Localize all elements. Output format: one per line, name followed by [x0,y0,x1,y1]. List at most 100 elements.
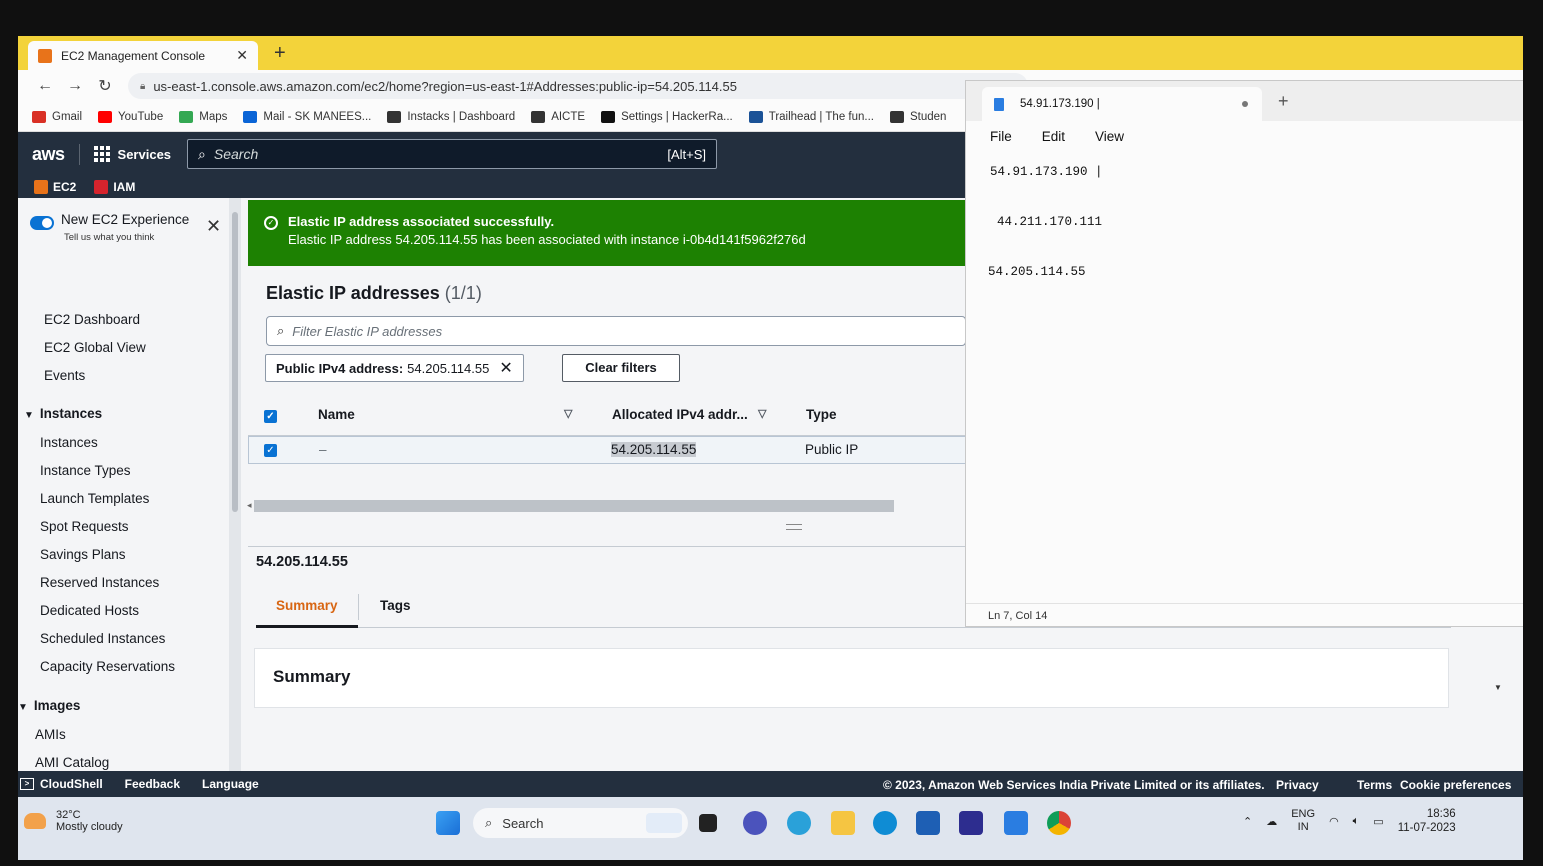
table-horizontal-scrollbar[interactable] [254,500,894,512]
sidebar-item[interactable]: Dedicated Hosts [40,603,139,618]
language-indicator[interactable]: ENG IN [1291,808,1315,834]
sidebar-item[interactable]: Reserved Instances [40,575,159,590]
column-allocated-ip[interactable]: Allocated IPv4 addr... [612,407,748,422]
new-tab-icon[interactable]: + [274,42,286,65]
sidebar-item[interactable]: Savings Plans [40,547,126,562]
feedback-link[interactable]: Feedback [125,777,180,791]
chevron-up-icon[interactable]: ⌃ [1243,815,1252,828]
search-icon: ⌕ [277,323,285,338]
cloudshell-label: CloudShell [40,777,103,791]
weather-temp: 32°C [56,809,81,821]
sidebar-section-images-label: Images [33,698,81,713]
telegram-icon[interactable] [787,811,811,835]
favorite-iam[interactable]: IAM [94,180,135,194]
windows-start-icon[interactable] [436,811,460,835]
edge-icon[interactable] [873,811,897,835]
onedrive-icon[interactable]: ☁ [1266,815,1277,828]
notepad-text-area[interactable]: 54.91.173.190 | 44.211.170.111 54.205.11… [966,151,1523,603]
bookmark-item[interactable]: Maps [179,110,227,123]
forward-icon[interactable]: → [60,77,90,95]
aws-logo[interactable]: aws [32,143,80,165]
sidebar-item[interactable]: Capacity Reservations [40,659,175,674]
sidebar-item[interactable]: Events [44,368,85,383]
row-name: – [319,442,327,457]
bookmark-item[interactable]: YouTube [98,110,163,123]
app-icon[interactable] [959,811,983,835]
bookmark-item[interactable]: Instacks | Dashboard [387,110,515,123]
sidebar-item[interactable]: Instance Types [40,463,131,478]
address-bar[interactable]: 🔒︎ us-east-1.console.aws.amazon.com/ec2/… [128,73,1028,99]
menu-edit[interactable]: Edit [1042,129,1065,144]
sidebar-item[interactable]: EC2 Dashboard [44,312,140,327]
row-ip[interactable]: 54.205.114.55 [611,442,697,457]
sidebar-section-instances[interactable]: ▼ Instances [24,406,102,421]
sort-icon[interactable]: ▽ [564,407,572,420]
bookmark-item[interactable]: Trailhead | The fun... [748,110,874,123]
taskbar-search[interactable]: ⌕ Search [473,808,688,838]
scroll-down-icon[interactable]: ▼ [1494,683,1502,692]
tab-summary[interactable]: Summary [276,598,338,613]
bookmark-item[interactable]: Gmail [32,110,82,123]
cloudshell-button[interactable]: > CloudShell [20,777,103,791]
aws-search-input[interactable]: ⌕ Search [Alt+S] [187,139,718,169]
sidebar-item[interactable]: AMI Catalog [35,755,109,770]
filter-input[interactable]: ⌕ Filter Elastic IP addresses [266,316,966,346]
notepad-tab[interactable]: 54.91.173.190 | [982,87,1262,121]
notepad-icon[interactable] [1004,811,1028,835]
bookmark-item[interactable]: Studen [890,110,946,123]
browser-tab[interactable]: EC2 Management Console ✕ [28,41,258,70]
store-icon[interactable] [916,811,940,835]
bookmark-item[interactable]: Settings | HackerRa... [601,110,733,123]
volume-icon[interactable]: 🔈︎ [1353,815,1360,828]
sidebar-item[interactable]: EC2 Global View [44,340,146,355]
close-tab-icon[interactable]: ✕ [236,47,248,64]
task-view-icon[interactable] [699,814,717,832]
privacy-link[interactable]: Privacy [1276,778,1319,792]
language-link[interactable]: Language [202,777,259,791]
favorite-ec2[interactable]: EC2 [34,180,76,194]
bookmark-item[interactable]: Mail - SK MANEES... [243,110,371,123]
remove-filter-icon[interactable]: ✕ [499,358,512,378]
select-all-checkbox[interactable]: ✓ [264,410,277,423]
reload-icon[interactable]: ↻ [90,76,120,96]
battery-icon[interactable]: ▭ [1373,815,1383,828]
tab-tags[interactable]: Tags [380,598,411,613]
bookmark-item[interactable]: AICTE [531,110,585,123]
chat-icon[interactable] [743,811,767,835]
unsaved-dot-icon[interactable] [1242,101,1248,107]
iam-icon [94,180,109,194]
new-experience-feedback-link[interactable]: Tell us what you think [64,232,154,243]
sidebar-item[interactable]: Launch Templates [40,491,149,506]
menu-view[interactable]: View [1095,129,1124,144]
sidebar-item[interactable]: Instances [40,435,98,450]
sidebar-section-images[interactable]: ▼ Images [18,698,80,713]
weather-widget[interactable]: 32°C Mostly cloudy [24,809,123,833]
sidebar-scrollbar[interactable] [229,198,241,771]
chrome-icon[interactable] [1047,811,1071,835]
clear-filters-button[interactable]: Clear filters [562,354,680,382]
wifi-icon[interactable]: ◠ [1329,815,1339,828]
scroll-left-icon[interactable]: ◂ [247,500,252,511]
caret-down-icon: ▼ [18,702,28,713]
terms-link[interactable]: Terms [1357,778,1392,792]
cookie-preferences-link[interactable]: Cookie preferences [1400,778,1511,792]
back-icon[interactable]: ← [30,77,60,95]
column-type[interactable]: Type [806,407,837,422]
close-icon[interactable]: ✕ [206,216,221,237]
column-name[interactable]: Name [318,407,355,422]
sidebar-item[interactable]: Scheduled Instances [40,631,165,646]
menu-file[interactable]: File [990,129,1012,144]
split-panel-handle[interactable] [786,524,802,530]
sort-icon[interactable]: ▽ [758,407,766,420]
clock[interactable]: 18:36 11-07-2023 [1398,807,1456,835]
file-explorer-icon[interactable] [831,811,855,835]
notepad-menu-bar: File Edit View [966,121,1523,151]
new-experience-toggle[interactable] [30,216,54,230]
sidebar-item[interactable]: Spot Requests [40,519,129,534]
cloud-icon [24,813,46,829]
sidebar-item[interactable]: AMIs [35,727,66,742]
new-tab-icon[interactable]: + [1278,91,1289,112]
row-checkbox[interactable]: ✓ [264,444,277,457]
row-type: Public IP [805,442,859,457]
services-menu-button[interactable]: Services [93,146,171,162]
